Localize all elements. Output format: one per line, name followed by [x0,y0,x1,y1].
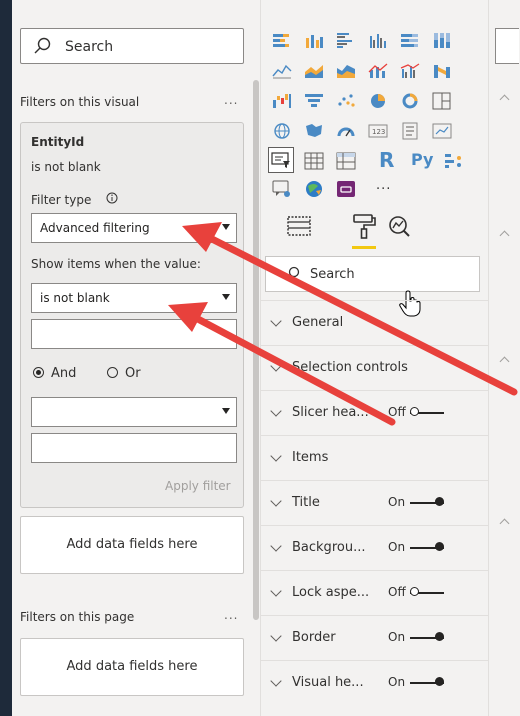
arrow-head-icon [182,222,222,252]
arrow-head-icon [168,302,208,332]
annotation-arrow-2 [192,314,396,426]
annotation-arrow-1 [206,234,518,396]
annotation-arrows [168,222,518,426]
